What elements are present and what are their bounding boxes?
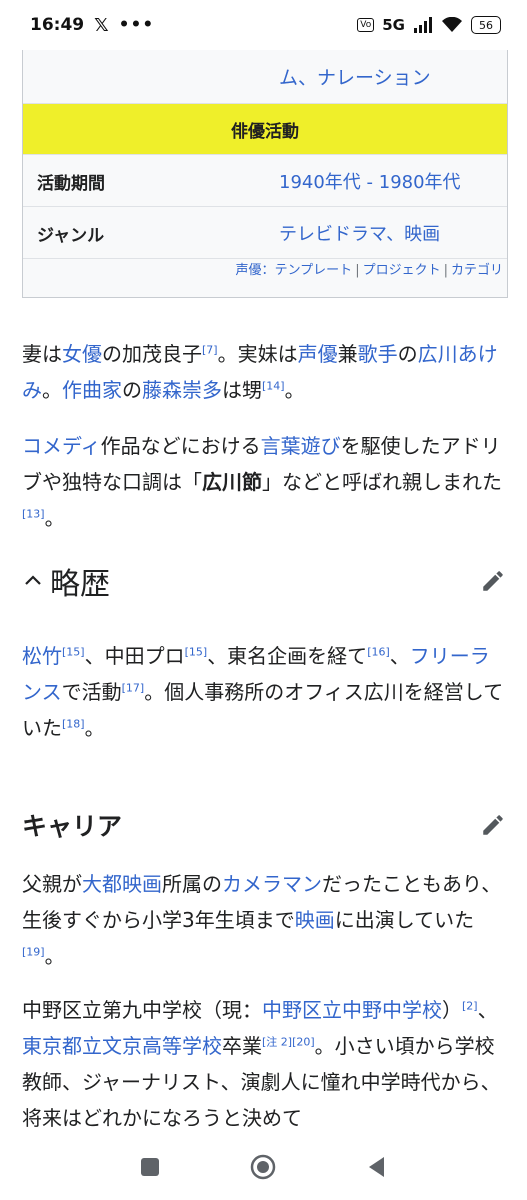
navbox-prefix: 声優： — [235, 263, 275, 278]
reference-link[interactable]: [17] — [122, 681, 145, 694]
text: 父親が — [22, 872, 82, 896]
text: 所属の — [162, 872, 222, 896]
triangle-back-icon[interactable] — [364, 1154, 390, 1180]
navbox-separator: | — [355, 263, 360, 278]
infobox-row-active-period: 活動期間 1940年代 - 1980年代 — [23, 155, 507, 207]
infobox-row-genre: ジャンル テレビドラマ、映画 — [23, 207, 507, 259]
navbox-link-category[interactable]: カテゴリ — [451, 263, 503, 278]
article-paragraph-education: 中野区立第九中学校（現：中野区立中野中学校）[2]、東京都立文京高等学校卒業[注… — [22, 992, 506, 1136]
text: 妻は — [22, 342, 62, 366]
article-paragraph-style: コメディ作品などにおける言葉遊びを駆使したアドリブや独特な口調は「広川節」などと… — [22, 428, 506, 536]
pencil-icon[interactable] — [480, 812, 506, 838]
infobox-navbox: 声優：テンプレート | プロジェクト | カテゴリ — [23, 259, 507, 278]
section-heading-history[interactable]: 略歴 — [22, 556, 506, 606]
text: 。 — [42, 378, 62, 402]
section-title: 略歴 — [50, 567, 110, 602]
text: 」などと呼ばれ親しまれた — [262, 470, 502, 494]
reference-link[interactable]: [13] — [22, 507, 45, 520]
battery-level: 56 — [479, 18, 493, 32]
reference-link[interactable]: [2] — [462, 999, 478, 1012]
reference-link[interactable]: [15] — [62, 645, 85, 658]
text: 、 — [477, 998, 498, 1022]
text: 卒業 — [222, 1034, 262, 1058]
navbox-separator: | — [443, 263, 448, 278]
link-singer[interactable]: 歌手 — [358, 342, 398, 366]
volte-icon: Vo — [357, 18, 375, 32]
link-wordplay[interactable]: 言葉遊び — [261, 434, 341, 458]
link-composer[interactable]: 作曲家 — [62, 378, 122, 402]
article-paragraph-family: 妻は女優の加茂良子[7]。実妹は声優兼歌手の広川あけみ。作曲家の藤森崇多は甥[1… — [22, 336, 506, 408]
link-comedy[interactable]: コメディ — [22, 434, 101, 458]
link-nakano-junior-high[interactable]: 中野区立中野中学校 — [262, 998, 442, 1022]
link-voice-actor[interactable]: 声優 — [298, 342, 338, 366]
article-paragraph-history: 松竹[15]、中田プロ[15]、東名企画を経て[16]、フリーランスで活動[17… — [22, 638, 506, 746]
text: 、中田プロ — [84, 644, 185, 668]
section-title: キャリア — [22, 812, 123, 841]
reference-link[interactable]: [14] — [262, 379, 285, 392]
infobox-label: ジャンル — [37, 226, 105, 246]
text: に出演していた — [334, 908, 475, 932]
text: 兼 — [337, 342, 358, 366]
link-fujimori[interactable]: 藤森崇多 — [142, 378, 222, 402]
network-type: 5G — [382, 16, 405, 34]
x-app-icon: 𝕏 — [94, 14, 109, 36]
infobox-value-link[interactable]: テレビドラマ、映画 — [279, 220, 440, 246]
text: 、 — [389, 644, 410, 668]
wifi-icon — [442, 17, 462, 32]
infobox-value-link[interactable]: 1940年代 - 1980年代 — [279, 168, 461, 194]
text: の — [122, 378, 142, 402]
text: 。 — [44, 506, 65, 530]
link-actress[interactable]: 女優 — [62, 342, 102, 366]
article-paragraph-childhood: 父親が大都映画所属のカメラマンだったこともあり、生後すぐから小学3年生頃まで映画… — [22, 866, 506, 974]
text: 中野区立第九中学校（現： — [22, 998, 262, 1022]
system-navigation-bar — [0, 1136, 527, 1200]
battery-icon: 56 — [471, 16, 501, 34]
reference-link[interactable]: [18] — [62, 717, 85, 730]
text: の加茂良子 — [102, 342, 202, 366]
infobox-section-heading: 俳優活動 — [23, 104, 507, 155]
section-heading-career: キャリア — [22, 800, 506, 850]
infobox-label: 活動期間 — [37, 174, 105, 194]
status-left: 16:49 𝕏 ••• — [0, 15, 154, 36]
reference-link[interactable]: [19] — [22, 945, 45, 958]
text: の — [397, 342, 418, 366]
text: 、東名企画を経て — [207, 644, 368, 668]
link-shochiku[interactable]: 松竹 — [22, 644, 62, 668]
text: ） — [442, 998, 462, 1022]
navbox-link-template[interactable]: テンプレート — [275, 263, 353, 278]
text: は甥 — [222, 378, 262, 402]
link-bunkyo-high-school[interactable]: 東京都立文京高等学校 — [22, 1034, 222, 1058]
reference-link[interactable]: [7] — [202, 343, 218, 356]
more-notifications-icon: ••• — [118, 15, 155, 35]
text: 作品などにおける — [100, 434, 261, 458]
reference-link[interactable]: [注 2][20] — [262, 1035, 315, 1048]
circle-home-icon[interactable] — [250, 1154, 276, 1180]
status-bar: 16:49 𝕏 ••• Vo 5G 56 — [0, 0, 527, 50]
reference-link[interactable]: [15] — [185, 645, 208, 658]
pencil-icon[interactable] — [480, 568, 506, 594]
navbox-link-project[interactable]: プロジェクト — [363, 263, 441, 278]
status-right: Vo 5G 56 — [357, 16, 527, 34]
bold-term: 広川節 — [202, 470, 262, 494]
signal-icon — [414, 17, 432, 33]
link-daito-eiga[interactable]: 大都映画 — [82, 872, 162, 896]
chevron-up-icon[interactable] — [22, 570, 44, 592]
text: 。 — [84, 716, 105, 740]
text: で活動 — [61, 680, 122, 704]
text: 。 — [44, 944, 65, 968]
clock: 16:49 — [30, 15, 85, 35]
reference-link[interactable]: [16] — [367, 645, 390, 658]
infobox-top-value[interactable]: ム、ナレーション — [279, 63, 431, 90]
text: 。 — [284, 378, 305, 402]
text: 。実妹は — [217, 342, 298, 366]
link-film[interactable]: 映画 — [295, 908, 335, 932]
link-cameraman[interactable]: カメラマン — [222, 872, 322, 896]
square-icon[interactable] — [137, 1154, 163, 1180]
